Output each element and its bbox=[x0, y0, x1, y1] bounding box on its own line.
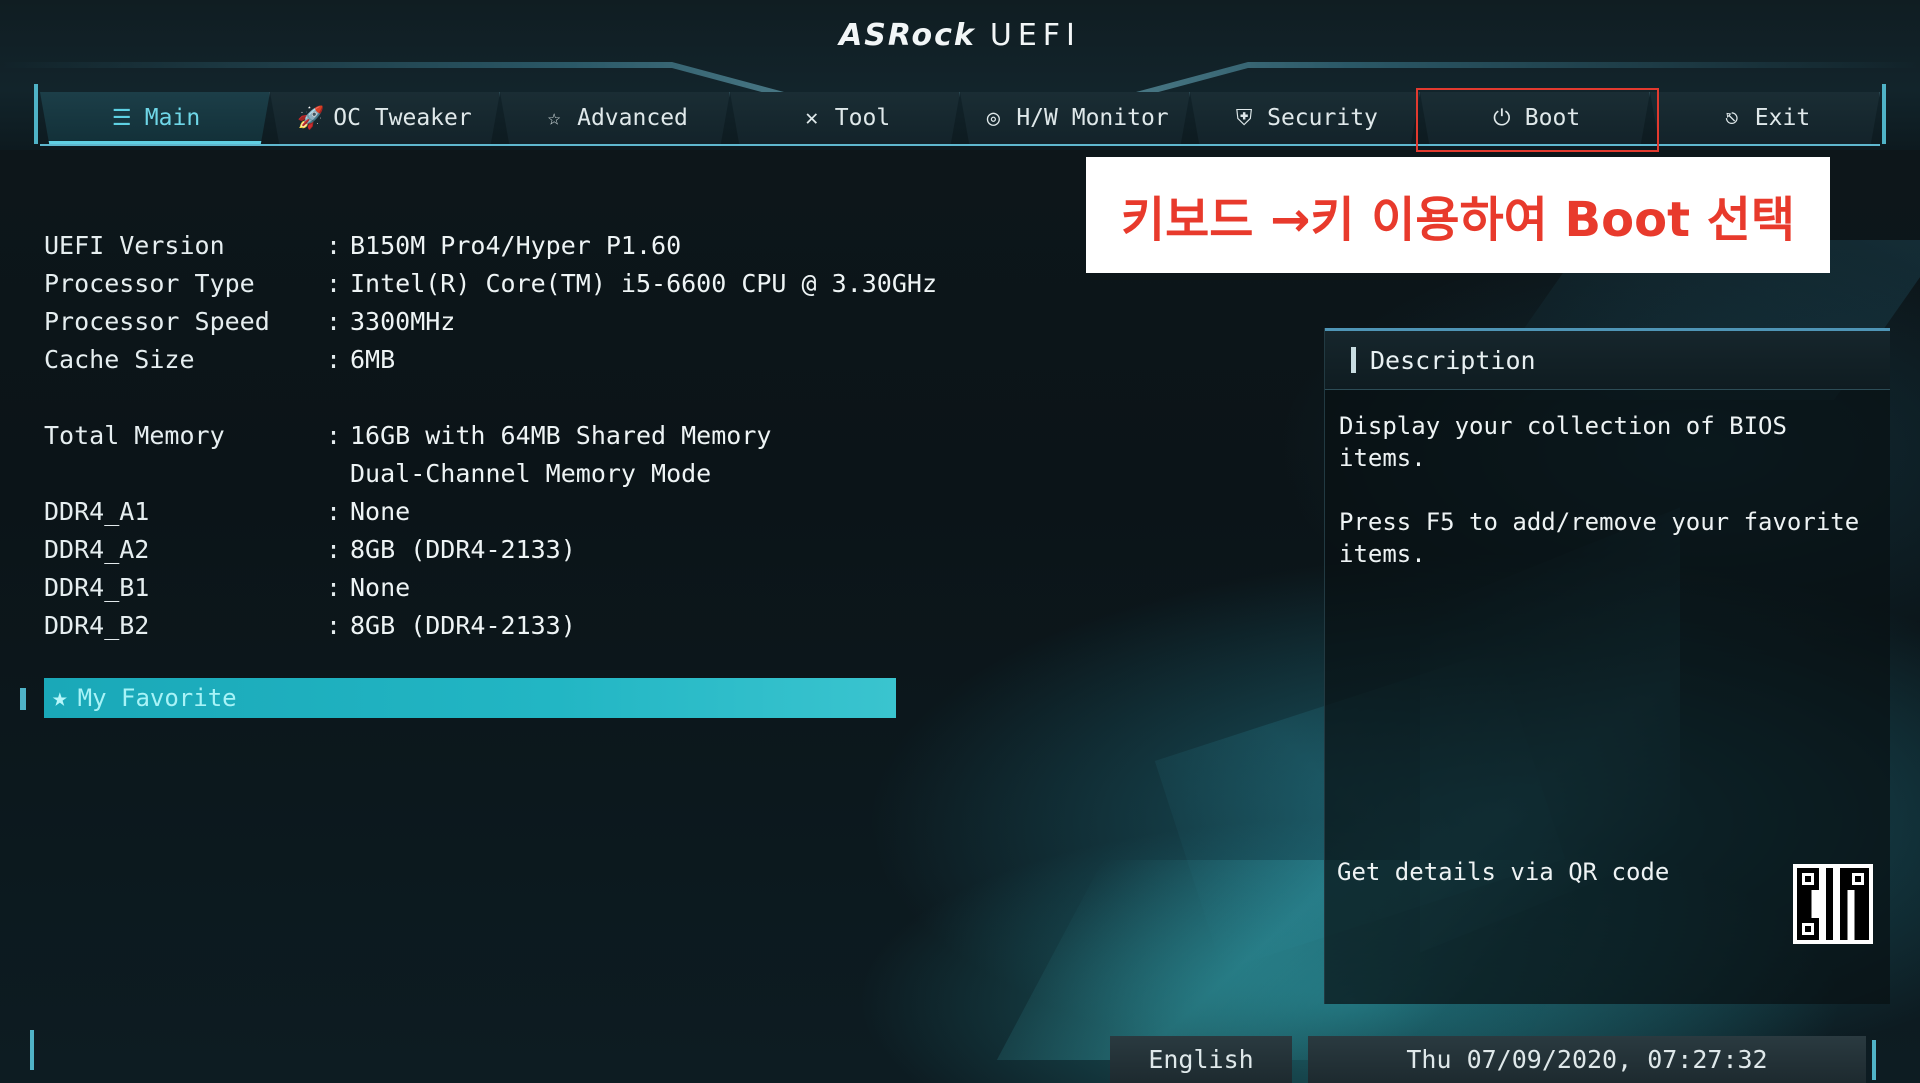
header-edge-marker bbox=[34, 84, 38, 144]
tab-advanced[interactable]: ☆ Advanced bbox=[500, 92, 730, 144]
info-label: DDR4_A1 bbox=[44, 496, 150, 526]
tab-label: OC Tweaker bbox=[333, 105, 472, 131]
system-info-table: UEFI Version : B150M Pro4/Hyper P1.60 Pr… bbox=[44, 226, 944, 644]
favorite-marker bbox=[20, 688, 26, 710]
my-favorite-item[interactable]: ★ My Favorite bbox=[44, 678, 896, 718]
info-label: Total Memory bbox=[44, 420, 225, 450]
info-colon: : bbox=[326, 572, 342, 602]
info-label: Processor Type bbox=[44, 268, 255, 298]
info-value: 8GB (DDR4-2133) bbox=[350, 610, 576, 640]
info-row-ddr4-b1: DDR4_B1 : None bbox=[44, 568, 944, 606]
info-value: Intel(R) Core(TM) i5-6600 CPU @ 3.30GHz bbox=[350, 268, 937, 298]
info-row-memory-mode: Dual-Channel Memory Mode bbox=[44, 454, 944, 492]
info-colon: : bbox=[326, 230, 342, 260]
info-colon: : bbox=[326, 420, 342, 450]
info-label: Processor Speed bbox=[44, 306, 270, 336]
info-value: 8GB (DDR4-2133) bbox=[350, 534, 576, 564]
tab-label: Advanced bbox=[577, 105, 688, 131]
rocket-icon: 🚀 bbox=[297, 105, 325, 131]
tab-label: Security bbox=[1267, 105, 1378, 131]
header-edge-marker bbox=[1882, 84, 1886, 144]
tab-label: Exit bbox=[1754, 105, 1811, 131]
exit-icon: ⎋ bbox=[1725, 105, 1739, 131]
tab-exit[interactable]: ⎋ Exit bbox=[1650, 92, 1880, 144]
tools-icon: ✕ bbox=[805, 105, 819, 131]
tab-label: Main bbox=[144, 105, 201, 131]
info-colon: : bbox=[326, 268, 342, 298]
info-colon: : bbox=[326, 610, 342, 640]
brand-logo: ASRock UEFI bbox=[0, 18, 1920, 53]
info-label: DDR4_A2 bbox=[44, 534, 150, 564]
monitor-icon: ◎ bbox=[986, 105, 1000, 131]
qr-finder bbox=[1797, 918, 1819, 940]
info-colon: : bbox=[326, 496, 342, 526]
footer-edge-marker bbox=[1872, 1040, 1876, 1080]
info-value: 16GB with 64MB Shared Memory bbox=[350, 420, 772, 450]
description-marker bbox=[1351, 347, 1356, 373]
logo-brand: ASRock bbox=[839, 18, 976, 53]
boot-tab-highlight-box bbox=[1416, 88, 1659, 152]
favorite-label: My Favorite bbox=[77, 684, 237, 712]
info-value: None bbox=[350, 572, 411, 602]
datetime-display: Thu 07/09/2020, 07:27:32 bbox=[1308, 1036, 1866, 1083]
qr-finder bbox=[1797, 868, 1819, 890]
bios-screen: ASRock UEFI ☰ Main 🚀 OC Tweaker ☆ Advance… bbox=[0, 0, 1920, 1083]
description-line: Press F5 to add/remove your favorite ite… bbox=[1339, 508, 1860, 568]
tab-main[interactable]: ☰ Main bbox=[40, 92, 270, 144]
annotation-callout: 키보드 →키 이용하여 Boot 선택 bbox=[1086, 157, 1830, 273]
info-row-ddr4-b2: DDR4_B2 : 8GB (DDR4-2133) bbox=[44, 606, 944, 644]
info-label: DDR4_B2 bbox=[44, 610, 150, 640]
description-title: Description bbox=[1370, 345, 1536, 375]
tab-security[interactable]: ⛨ Security bbox=[1190, 92, 1420, 144]
qr-code-icon bbox=[1793, 864, 1873, 944]
info-label: DDR4_B1 bbox=[44, 572, 150, 602]
language-selector[interactable]: English bbox=[1110, 1036, 1292, 1083]
info-value: None bbox=[350, 496, 411, 526]
info-colon: : bbox=[326, 306, 342, 336]
description-line: Display your collection of BIOS items. bbox=[1339, 412, 1787, 472]
description-body: Display your collection of BIOS items. P… bbox=[1325, 390, 1890, 622]
qr-finder bbox=[1847, 868, 1869, 890]
info-colon: : bbox=[326, 534, 342, 564]
tab-hw-monitor[interactable]: ◎ H/W Monitor bbox=[960, 92, 1190, 144]
info-row-ddr4-a2: DDR4_A2 : 8GB (DDR4-2133) bbox=[44, 530, 944, 568]
star-icon: ☆ bbox=[547, 105, 561, 131]
tab-label: Tool bbox=[834, 105, 891, 131]
info-row-uefi-version: UEFI Version : B150M Pro4/Hyper P1.60 bbox=[44, 226, 944, 264]
shield-icon: ⛨ bbox=[1235, 105, 1253, 131]
description-panel: Description Display your collection of B… bbox=[1324, 328, 1890, 1004]
info-row-cache-size: Cache Size : 6MB bbox=[44, 340, 944, 378]
info-value: 6MB bbox=[350, 344, 396, 374]
info-colon: : bbox=[326, 344, 342, 374]
list-icon: ☰ bbox=[111, 105, 132, 131]
header: ASRock UEFI ☰ Main 🚀 OC Tweaker ☆ Advance… bbox=[0, 0, 1920, 152]
info-label: UEFI Version bbox=[44, 230, 225, 260]
info-row-processor-type: Processor Type : Intel(R) Core(TM) i5-66… bbox=[44, 264, 944, 302]
qr-label: Get details via QR code bbox=[1337, 858, 1670, 886]
info-value: 3300MHz bbox=[350, 306, 456, 336]
star-icon: ★ bbox=[52, 683, 68, 713]
description-header: Description bbox=[1325, 328, 1890, 390]
tab-tool[interactable]: ✕ Tool bbox=[730, 92, 960, 144]
tab-oc-tweaker[interactable]: 🚀 OC Tweaker bbox=[270, 92, 500, 144]
info-value: B150M Pro4/Hyper P1.60 bbox=[350, 230, 682, 260]
info-row-processor-speed: Processor Speed : 3300MHz bbox=[44, 302, 944, 340]
footer-edge-marker bbox=[30, 1030, 34, 1070]
info-label: Cache Size bbox=[44, 344, 195, 374]
logo-product: UEFI bbox=[989, 18, 1081, 53]
tab-label: H/W Monitor bbox=[1016, 105, 1169, 131]
info-row-total-memory: Total Memory : 16GB with 64MB Shared Mem… bbox=[44, 416, 944, 454]
info-row-ddr4-a1: DDR4_A1 : None bbox=[44, 492, 944, 530]
info-value: Dual-Channel Memory Mode bbox=[350, 458, 712, 488]
